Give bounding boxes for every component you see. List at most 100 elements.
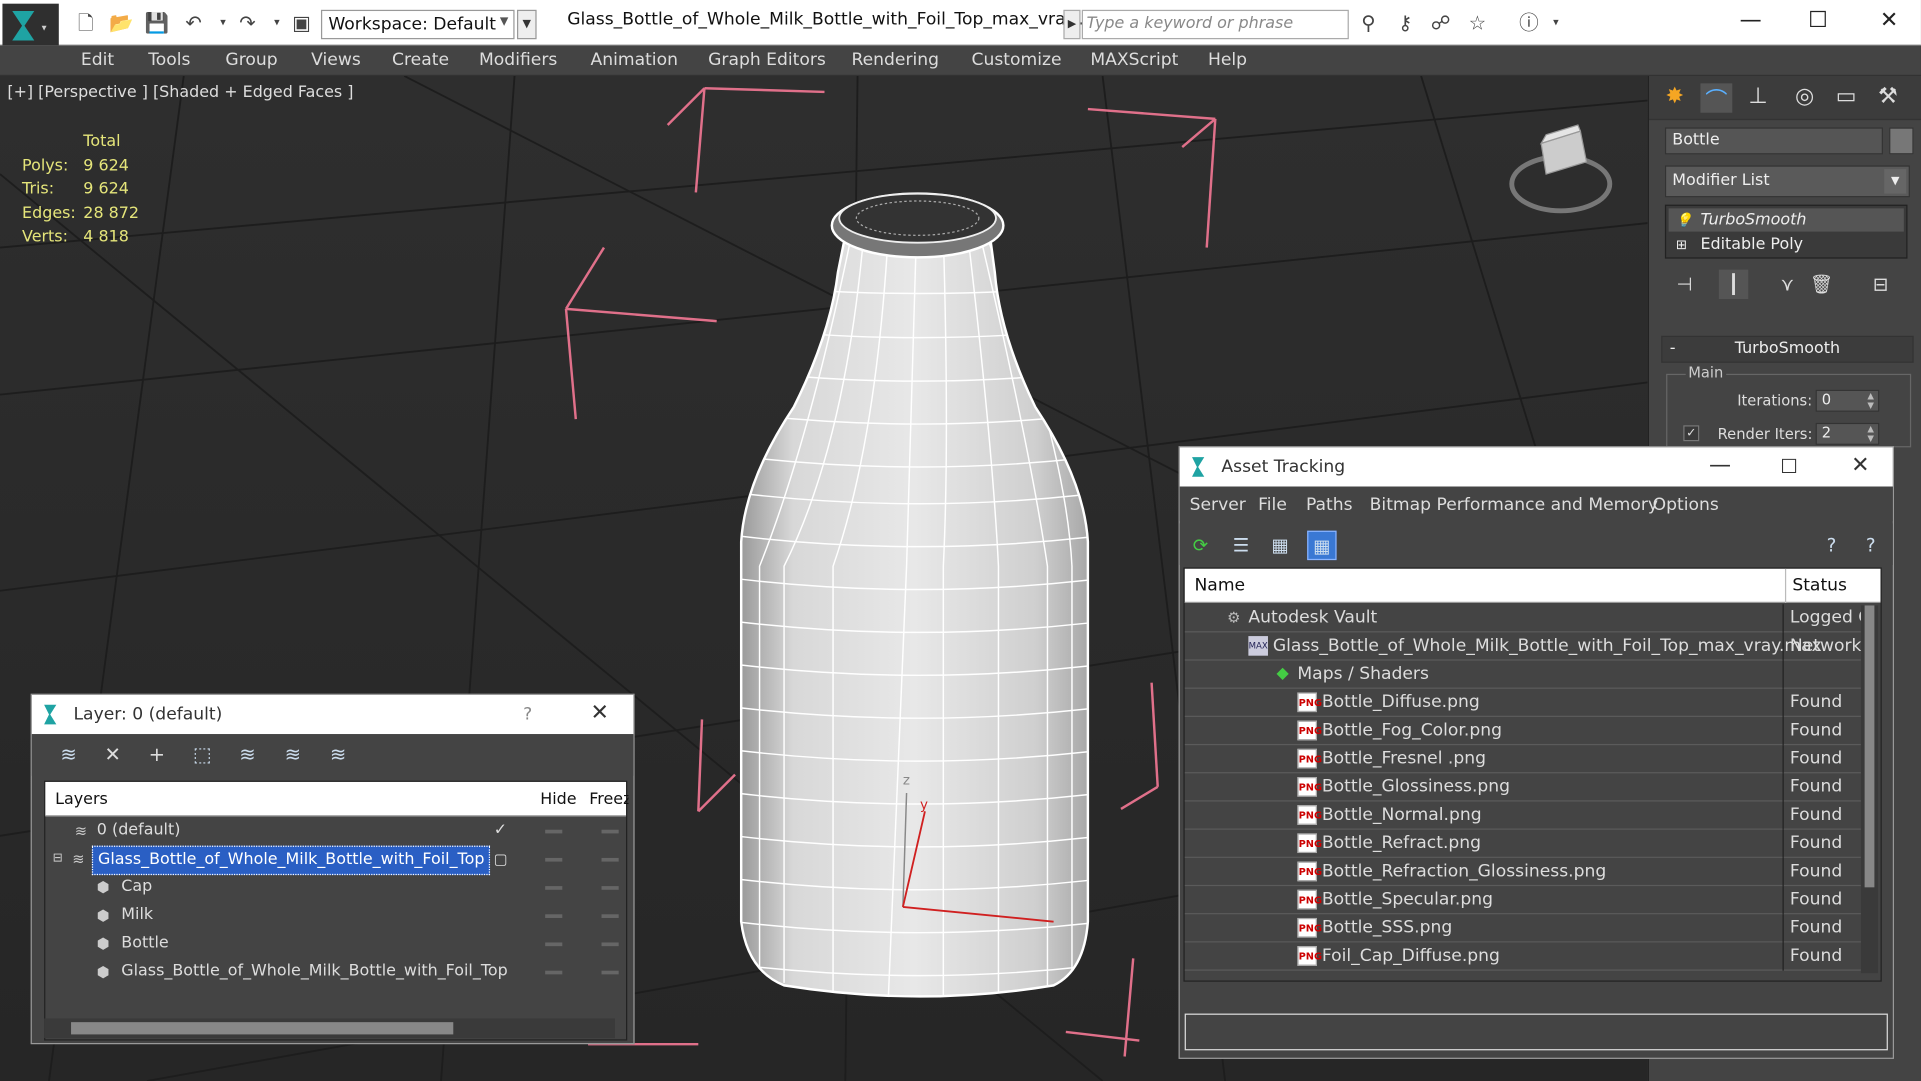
workspace-expand-button[interactable]: ▼ bbox=[516, 9, 537, 40]
modifier-list-dropdown[interactable]: Modifier List ▼ bbox=[1664, 165, 1910, 198]
object-row-group[interactable]: ⬢ Glass_Bottle_of_Whole_Milk_Bottle_with… bbox=[45, 958, 626, 986]
table-view-icon[interactable]: ▦ bbox=[1307, 530, 1337, 561]
help-icon[interactable]: ? bbox=[1817, 531, 1846, 560]
asset-menu-server[interactable]: Server bbox=[1190, 495, 1246, 515]
asset-path-field[interactable] bbox=[1184, 1013, 1888, 1051]
asset-row[interactable]: ◆ Maps / Shaders bbox=[1184, 660, 1861, 689]
asset-row[interactable]: PNG Bottle_SSS.png Found bbox=[1184, 914, 1861, 943]
new-layer-icon[interactable]: ≋ bbox=[54, 741, 83, 768]
asset-row[interactable]: PNG Bottle_Fog_Color.png Found bbox=[1184, 716, 1861, 746]
layer-box-icon[interactable]: ▢ bbox=[494, 846, 508, 873]
freeze-toggle[interactable] bbox=[601, 942, 619, 947]
scrollbar-thumb[interactable] bbox=[1864, 605, 1875, 888]
hide-toggle[interactable] bbox=[545, 857, 563, 862]
freeze-all-icon[interactable]: ≋ bbox=[323, 741, 352, 768]
stack-item-turbosmooth[interactable]: 💡 TurboSmooth bbox=[1668, 208, 1904, 232]
create-tab-icon[interactable]: ✸ bbox=[1659, 83, 1691, 112]
asset-menu-options[interactable]: Options bbox=[1653, 495, 1719, 515]
hide-toggle[interactable] bbox=[545, 886, 563, 890]
asset-row[interactable]: PNG Foil_Cap_Diffuse.png Found bbox=[1184, 942, 1861, 971]
asset-menu-file[interactable]: File bbox=[1258, 495, 1287, 515]
scrollbar-thumb[interactable] bbox=[71, 1022, 454, 1035]
menu-edit[interactable]: Edit bbox=[81, 50, 114, 70]
menu-modifiers[interactable]: Modifiers bbox=[479, 50, 557, 70]
help-dropdown-icon[interactable]: ▾ bbox=[1544, 11, 1569, 36]
show-end-result-icon[interactable]: ┃ bbox=[1718, 269, 1749, 300]
active-layer-check-icon[interactable]: ✓ bbox=[494, 817, 507, 844]
search-input[interactable]: Type a keyword or phrase bbox=[1081, 9, 1349, 40]
search-expand-button[interactable]: ▶ bbox=[1063, 9, 1081, 40]
asset-row[interactable]: PNG Bottle_Glossiness.png Found bbox=[1184, 773, 1861, 802]
asset-row[interactable]: PNG Bottle_Normal.png Found bbox=[1184, 801, 1861, 830]
column-layers[interactable]: Layers bbox=[55, 791, 108, 809]
list-view-icon[interactable]: ☰ bbox=[1226, 531, 1255, 560]
menu-maxscript[interactable]: MAXScript bbox=[1090, 50, 1178, 70]
context-help-icon[interactable]: ? bbox=[1856, 531, 1885, 560]
asset-row[interactable]: PNG Bottle_Refraction_Glossiness.png Fou… bbox=[1184, 857, 1861, 887]
menu-customize[interactable]: Customize bbox=[972, 50, 1062, 70]
object-row-cap[interactable]: ⬢ Cap bbox=[45, 874, 626, 902]
new-file-icon[interactable]: 🗋 bbox=[74, 11, 99, 36]
app-logo-icon[interactable] bbox=[2, 3, 59, 46]
turbosmooth-rollout-header[interactable]: - TurboSmooth bbox=[1661, 335, 1914, 363]
help-icon[interactable]: ? bbox=[523, 705, 532, 725]
pin-stack-icon[interactable]: ⊣ bbox=[1670, 270, 1699, 299]
redo-dropdown-icon[interactable]: ▾ bbox=[265, 11, 290, 36]
hide-toggle[interactable] bbox=[545, 829, 563, 834]
key-icon[interactable]: ⚷ bbox=[1393, 11, 1418, 36]
layer-window-titlebar[interactable]: Layer: 0 (default) ? ✕ bbox=[31, 694, 634, 735]
column-status[interactable]: Status bbox=[1792, 576, 1847, 596]
maximize-icon[interactable]: ☐ bbox=[1780, 455, 1798, 478]
asset-row[interactable]: MAX Glass_Bottle_of_Whole_Milk_Bottle_wi… bbox=[1184, 632, 1862, 661]
object-row-milk[interactable]: ⬢ Milk bbox=[45, 902, 626, 930]
hide-all-icon[interactable]: ≋ bbox=[278, 741, 307, 768]
asset-row[interactable]: ⚙ Autodesk Vault Logged O bbox=[1184, 604, 1872, 633]
save-icon[interactable]: 💾 bbox=[145, 11, 170, 36]
sign-in-icon[interactable]: ☍ bbox=[1428, 11, 1453, 36]
object-color-swatch[interactable] bbox=[1889, 127, 1914, 155]
select-objects-icon[interactable]: ⬚ bbox=[187, 741, 216, 768]
make-unique-icon[interactable]: ⋎ bbox=[1773, 270, 1802, 299]
menu-graph-editors[interactable]: Graph Editors bbox=[708, 50, 826, 70]
column-freeze[interactable]: Freeze bbox=[589, 791, 628, 809]
expand-plus-icon[interactable]: ⊞ bbox=[1676, 233, 1687, 256]
layer-list-scrollbar[interactable] bbox=[44, 1018, 616, 1039]
spinner-arrows-icon[interactable]: ▲ ▼ bbox=[1863, 391, 1878, 411]
delete-layer-icon[interactable]: ✕ bbox=[98, 741, 127, 768]
close-button[interactable]: ✕ bbox=[1871, 7, 1908, 33]
column-hide[interactable]: Hide bbox=[540, 791, 576, 809]
highlight-layer-icon[interactable]: ≋ bbox=[233, 741, 262, 768]
configure-sets-icon[interactable]: ⊟ bbox=[1866, 270, 1895, 299]
asset-menu-paths[interactable]: Paths bbox=[1306, 495, 1353, 515]
binoculars-icon[interactable]: ⚲ bbox=[1356, 11, 1381, 36]
asset-row[interactable]: PNG Bottle_Specular.png Found bbox=[1184, 886, 1861, 915]
layer-row-selected[interactable]: ⊟ ≋ Glass_Bottle_of_Whole_Milk_Bottle_wi… bbox=[45, 845, 626, 876]
column-name[interactable]: Name bbox=[1194, 576, 1245, 596]
help-icon[interactable]: ⓘ bbox=[1517, 11, 1542, 36]
asset-row[interactable]: PNG Bottle_Refract.png Found bbox=[1184, 829, 1861, 858]
iterations-spinner[interactable]: 0 ▲ ▼ bbox=[1815, 389, 1880, 412]
refresh-icon[interactable]: ⟳ bbox=[1186, 531, 1215, 560]
collapse-icon[interactable]: ⊟ bbox=[53, 846, 63, 873]
layer-row[interactable]: ≋ 0 (default) ✓ bbox=[45, 817, 626, 845]
menu-rendering[interactable]: Rendering bbox=[851, 50, 939, 70]
open-file-icon[interactable]: 📂 bbox=[109, 11, 134, 36]
asset-menu-bitmap[interactable]: Bitmap Performance and Memory bbox=[1370, 495, 1658, 515]
thumbnail-view-icon[interactable]: ▦ bbox=[1266, 531, 1295, 560]
freeze-toggle[interactable] bbox=[601, 970, 619, 975]
menu-create[interactable]: Create bbox=[392, 50, 449, 70]
stack-item-editable-poly[interactable]: ⊞ Editable Poly bbox=[1669, 233, 1904, 256]
viewport-label[interactable]: [+] [Perspective ] [Shaded + Edged Faces… bbox=[7, 83, 353, 101]
close-icon[interactable]: ✕ bbox=[1851, 452, 1869, 478]
asset-table-vscrollbar[interactable] bbox=[1860, 605, 1879, 974]
motion-tab-icon[interactable]: ◎ bbox=[1789, 83, 1821, 112]
column-divider[interactable] bbox=[1784, 568, 1787, 603]
menu-views[interactable]: Views bbox=[311, 50, 361, 70]
object-name-field[interactable]: Bottle bbox=[1664, 127, 1883, 155]
lightbulb-icon[interactable]: 💡 bbox=[1676, 208, 1693, 231]
display-tab-icon[interactable]: ▭ bbox=[1830, 83, 1862, 112]
hide-toggle[interactable] bbox=[545, 970, 563, 975]
maximize-button[interactable]: ☐ bbox=[1800, 7, 1837, 33]
modify-tab-icon[interactable]: ⌒ bbox=[1700, 83, 1733, 114]
freeze-toggle[interactable] bbox=[601, 857, 619, 862]
